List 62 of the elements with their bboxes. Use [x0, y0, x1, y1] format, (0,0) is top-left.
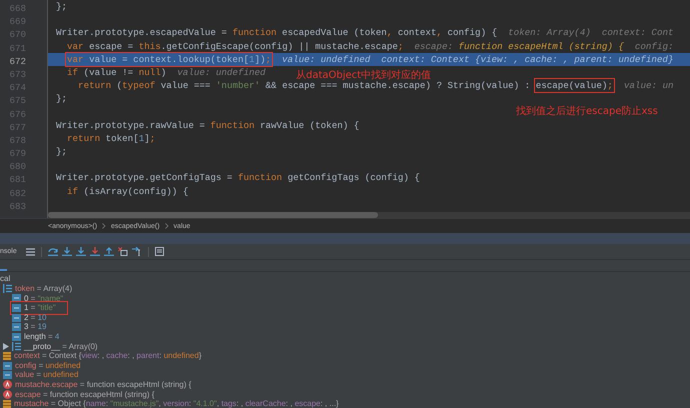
scope-label[interactable]: cal	[0, 274, 690, 284]
object-icon	[3, 400, 11, 408]
field-icon	[12, 304, 21, 312]
inline-value-hint: token: Array(4)	[508, 26, 591, 40]
annotation-text: 从dataObject中找到对应的值	[296, 68, 432, 81]
code-line: };	[56, 92, 68, 106]
variable-text: escape = function escapeHtml (string) {	[15, 390, 154, 400]
field-icon	[12, 314, 21, 322]
code-line: if (value != null)	[66, 66, 166, 80]
variable-text: length = 4	[24, 332, 60, 342]
arrow-down-icon[interactable]	[90, 247, 100, 256]
variable-text: token = Array(4)	[15, 284, 72, 294]
drop-frame-icon[interactable]	[118, 247, 128, 256]
variable-text: 2 = 10	[24, 312, 46, 322]
code-line: var escape = this.getConfigEscape(config) || mustache.escape;	[66, 40, 404, 53]
object-icon	[3, 352, 11, 360]
variable-text: 3 = 19	[24, 322, 46, 332]
variable-text: mustache = Object {name: "mustache.js", version: "4.1.0", tags: , clearCache: , escape: , ...}	[14, 399, 339, 408]
variable-text: mustache.escape = function escapeHtml (string) {	[15, 380, 192, 390]
arrow-down-icon[interactable]	[76, 247, 86, 256]
inline-value-hint: config:	[634, 40, 674, 53]
function-icon	[3, 380, 12, 390]
annotation-text: 找到值之后进行escape防止xss	[516, 104, 658, 118]
tab-underline	[0, 269, 7, 271]
code-line: };	[56, 0, 68, 14]
menu-icon[interactable]	[26, 248, 35, 256]
inline-value-hint: value: un	[624, 79, 674, 92]
list-icon	[12, 342, 21, 351]
code-line: Writer.prototype.escapedValue = function escapedValue (token, context, config) {	[56, 26, 498, 40]
function-icon	[3, 390, 12, 399]
cursor-arrow-icon[interactable]	[132, 247, 142, 256]
code-line: return (typeof value === 'number' && escape === mustache.escape) ? String(value) : escape(value);	[77, 80, 613, 92]
field-icon	[3, 371, 12, 380]
step-over-icon[interactable]	[48, 247, 58, 256]
variable-text: 1 = "title"	[24, 303, 56, 313]
code-line: Writer.prototype.rawValue = function rawValue (token) {	[56, 118, 360, 132]
arrow-up-icon[interactable]	[104, 247, 114, 256]
inline-value-hint: context: Cont	[602, 26, 674, 40]
line-number: 672	[9, 56, 26, 67]
table-icon[interactable]	[154, 247, 164, 256]
horizontal-scrollbar[interactable]	[48, 212, 690, 218]
code-line: Writer.prototype.getConfigTags = function getConfigTags (config) {	[56, 171, 420, 185]
code-line: if (isArray(config)) {	[66, 184, 188, 198]
chevron-icon	[102, 223, 106, 229]
code-line: return token[1];	[66, 132, 156, 146]
variable-text: value = undefined	[15, 370, 78, 380]
inline-value-hint: value: undefined	[282, 52, 370, 66]
chevron-icon	[164, 223, 169, 229]
inline-value-hint: value: undefined	[177, 66, 266, 80]
field-icon	[12, 323, 21, 332]
code-line: };	[56, 145, 68, 158]
field-icon	[12, 332, 21, 341]
inline-value-hint: escape: function escapeHtml (string) {	[414, 40, 624, 53]
variable-text: 0 = "name"	[24, 294, 64, 304]
arrow-down-icon[interactable]	[62, 247, 72, 256]
variable-text: config = undefined	[15, 360, 81, 370]
code-line: var value = context.lookup(token[1]);	[66, 52, 272, 66]
inline-value-hint: context: Context {view: , cache: , parent: undefined}	[381, 52, 674, 66]
field-icon	[3, 362, 12, 370]
variable-text: __proto__ = Array(0)	[24, 342, 98, 352]
variable-text: context = Context {view: , cache: , parent: undefined}	[14, 351, 202, 361]
expand-arrow-icon[interactable]	[3, 342, 9, 350]
